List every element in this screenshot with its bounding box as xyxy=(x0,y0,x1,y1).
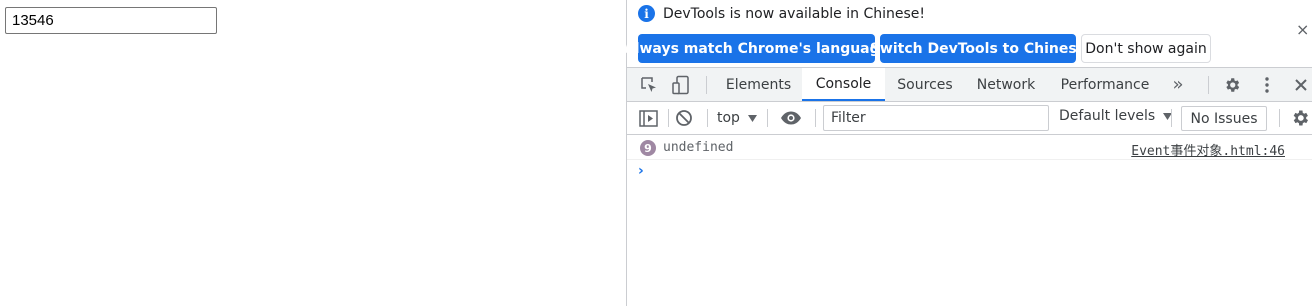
console-message-text: undefined xyxy=(663,140,734,155)
toolbar-separator xyxy=(767,109,768,127)
toolbar-separator xyxy=(1208,76,1209,94)
dont-show-again-button[interactable]: Don't show again xyxy=(1081,34,1211,63)
inspected-page xyxy=(0,0,626,306)
devtools-tabbar: Elements Console Sources Network Perform… xyxy=(627,67,1312,102)
device-toolbar-icon[interactable] xyxy=(671,75,691,95)
console-toolbar: top Default levels No Issues xyxy=(627,102,1312,135)
prompt-chevron-icon: › xyxy=(638,163,644,179)
log-levels-selector[interactable]: Default levels xyxy=(1059,108,1173,124)
toolbar-separator xyxy=(707,109,708,127)
text-input[interactable] xyxy=(5,7,217,34)
tab-performance[interactable]: Performance xyxy=(1047,68,1163,101)
tab-sources[interactable]: Sources xyxy=(885,68,965,101)
console-filter-input[interactable] xyxy=(823,105,1049,131)
dropdown-arrow-icon xyxy=(747,114,757,122)
toolbar-separator xyxy=(1279,109,1280,127)
repeat-count-badge: 9 xyxy=(640,140,656,156)
sidebar-toggle-icon[interactable] xyxy=(638,108,658,128)
toolbar-separator xyxy=(1171,109,1172,127)
more-tabs-icon[interactable]: » xyxy=(1169,68,1187,101)
context-selector[interactable]: top xyxy=(717,107,757,129)
language-infobar: i DevTools is now available in Chinese! … xyxy=(624,0,1312,67)
devtools-panel: i DevTools is now available in Chinese! … xyxy=(624,0,1312,306)
switch-to-chinese-button[interactable]: Switch DevTools to Chinese xyxy=(870,34,1086,63)
tab-console[interactable]: Console xyxy=(802,68,885,101)
clear-console-icon[interactable] xyxy=(674,108,694,128)
live-expression-eye-icon[interactable] xyxy=(780,108,802,128)
issues-button[interactable]: No Issues xyxy=(1181,106,1267,131)
log-levels-label: Default levels xyxy=(1059,108,1156,124)
console-message-row: 9 undefined Event事件对象.html:46 xyxy=(627,135,1312,160)
close-icon[interactable]: × xyxy=(1296,20,1309,39)
settings-gear-icon[interactable] xyxy=(1222,75,1242,95)
toolbar-separator xyxy=(706,76,707,94)
more-options-icon[interactable] xyxy=(1257,75,1277,95)
infobar-message: DevTools is now available in Chinese! xyxy=(663,6,925,22)
always-match-language-button[interactable]: Always match Chrome's language xyxy=(624,34,889,63)
console-settings-gear-icon[interactable] xyxy=(1290,108,1310,128)
console-prompt[interactable]: › xyxy=(627,162,1312,184)
toolbar-separator xyxy=(815,109,816,127)
tab-elements[interactable]: Elements xyxy=(715,68,802,101)
toolbar-separator xyxy=(668,109,669,127)
info-icon: i xyxy=(638,5,655,22)
console-source-link[interactable]: Event事件对象.html:46 xyxy=(1131,140,1285,159)
inspect-element-icon[interactable] xyxy=(639,75,659,95)
close-devtools-icon[interactable] xyxy=(1291,75,1311,95)
context-label: top xyxy=(717,110,740,126)
tab-network[interactable]: Network xyxy=(965,68,1047,101)
